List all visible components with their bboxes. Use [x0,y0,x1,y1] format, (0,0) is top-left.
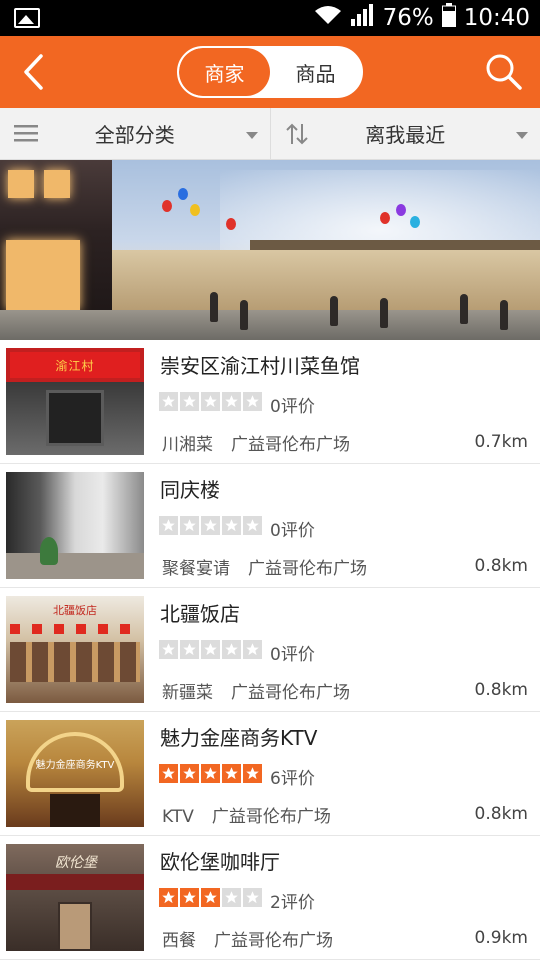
star-icon [180,888,199,907]
star-icon [243,764,262,783]
merchant-category: KTV [162,807,194,827]
star-icon [222,764,241,783]
merchant-category: 新疆菜 [162,683,213,703]
star-icon [222,392,241,411]
list-item[interactable]: 魅力金座商务KTV 魅力金座商务KTV 6评价 KTV 广益哥伦布广场 0.8km [0,712,540,836]
tab-merchants[interactable]: 商家 [179,48,270,96]
star-icon [201,764,220,783]
signal-icon [350,4,375,32]
merchant-distance: 0.8km [474,680,528,700]
merchant-distance: 0.8km [474,804,528,824]
category-filter-label: 全部分类 [94,123,175,147]
list-item[interactable]: 同庆楼 0评价 聚餐宴请 广益哥伦布广场 0.8km [0,464,540,588]
star-rating [159,516,262,535]
review-count: 0评价 [270,521,315,541]
tab-products[interactable]: 商品 [270,48,361,96]
list-item[interactable]: 欧伦堡 欧伦堡咖啡厅 2评价 西餐 广益哥伦布广场 0.9km [0,836,540,960]
merchant-name: 北疆饭店 [160,602,240,626]
star-rating [159,764,262,783]
star-icon [243,640,262,659]
star-icon [159,764,178,783]
merchant-category: 川湘菜 [162,435,213,455]
star-rating [159,888,262,907]
star-icon [180,764,199,783]
review-count: 2评价 [270,893,315,913]
sort-filter-label: 离我最近 [365,123,446,147]
merchant-category: 聚餐宴请 [162,559,230,579]
merchant-meta: 聚餐宴请 广益哥伦布广场 [162,554,367,579]
promo-banner[interactable] [0,160,540,340]
merchant-photo: 渝江村 [6,348,144,455]
chevron-left-icon [24,54,43,90]
star-icon [201,516,220,535]
merchant-meta: KTV 广益哥伦布广场 [162,802,331,827]
merchant-name: 魅力金座商务KTV [160,726,318,750]
merchant-list: 渝江村 崇安区渝江村川菜鱼馆 0评价 川湘菜广益哥伦布广场 0.7km 同庆楼 [0,340,540,960]
merchant-name: 欧伦堡咖啡厅 [160,850,280,874]
merchant-distance: 0.8km [474,556,528,576]
sort-filter[interactable]: 离我最近 [269,108,540,159]
merchant-name: 同庆楼 [160,478,220,502]
image-icon [14,8,40,28]
battery-icon [441,3,456,33]
star-icon [159,516,178,535]
caret-down-icon [516,132,528,139]
search-icon [486,54,522,90]
caret-down-icon [245,132,258,139]
merchant-distance: 0.7km [474,432,528,452]
merchant-distance: 0.9km [474,928,528,948]
merchant-name: 崇安区渝江村川菜鱼馆 [160,354,360,378]
merchant-meta: 西餐 广益哥伦布广场 [162,926,333,951]
filter-bar: 全部分类 离我最近 [0,108,540,160]
star-icon [243,392,262,411]
star-icon [180,640,199,659]
merchant-location: 广益哥伦布广场 [211,807,331,827]
star-icon [201,392,220,411]
status-bar: 76% 10:40 [0,0,540,36]
review-count: 6评价 [270,769,315,789]
star-icon [159,392,178,411]
star-rating [159,392,262,411]
category-filter[interactable]: 全部分类 [0,108,270,159]
star-icon [159,888,178,907]
merchant-location: 广益哥伦布广场 [214,931,333,951]
sort-icon [285,122,309,151]
list-item[interactable]: 北疆饭店 北疆饭店 0评价 新疆菜 广益哥伦布广场 0.8km [0,588,540,712]
star-rating [159,640,262,659]
star-icon [222,640,241,659]
review-count: 0评价 [270,645,315,665]
merchant-meta: 川湘菜 广益哥伦布广场 [162,430,350,455]
list-item[interactable]: 渝江村 崇安区渝江村川菜鱼馆 0评价 川湘菜 广益哥伦布广场 0.7km [0,340,540,464]
star-icon [201,640,220,659]
clock: 10:40 [463,5,530,31]
merchant-location: 广益哥伦布广场 [248,559,367,579]
star-icon [159,640,178,659]
star-icon [180,516,199,535]
merchant-photo: 北疆饭店 [6,596,144,703]
star-icon [243,888,262,907]
merchant-photo: 魅力金座商务KTV [6,720,144,827]
merchant-location: 广益哥伦布广场 [231,683,350,703]
merchant-photo [6,472,144,579]
star-icon [180,392,199,411]
wifi-icon [313,4,343,32]
search-button[interactable] [482,50,526,94]
back-button[interactable] [14,50,58,94]
star-icon [201,888,220,907]
merchant-category: 西餐 [162,931,196,951]
merchant-photo: 欧伦堡 [6,844,144,951]
merchant-product-toggle: 商家 商品 [177,46,363,98]
merchant-meta: 新疆菜 广益哥伦布广场 [162,678,350,703]
battery-level: 76% [382,5,434,31]
star-icon [222,888,241,907]
merchant-location: 广益哥伦布广场 [231,435,350,455]
star-icon [243,516,262,535]
review-count: 0评价 [270,397,315,417]
star-icon [222,516,241,535]
top-nav-bar: 商家 商品 [0,36,540,108]
menu-icon [14,122,38,149]
